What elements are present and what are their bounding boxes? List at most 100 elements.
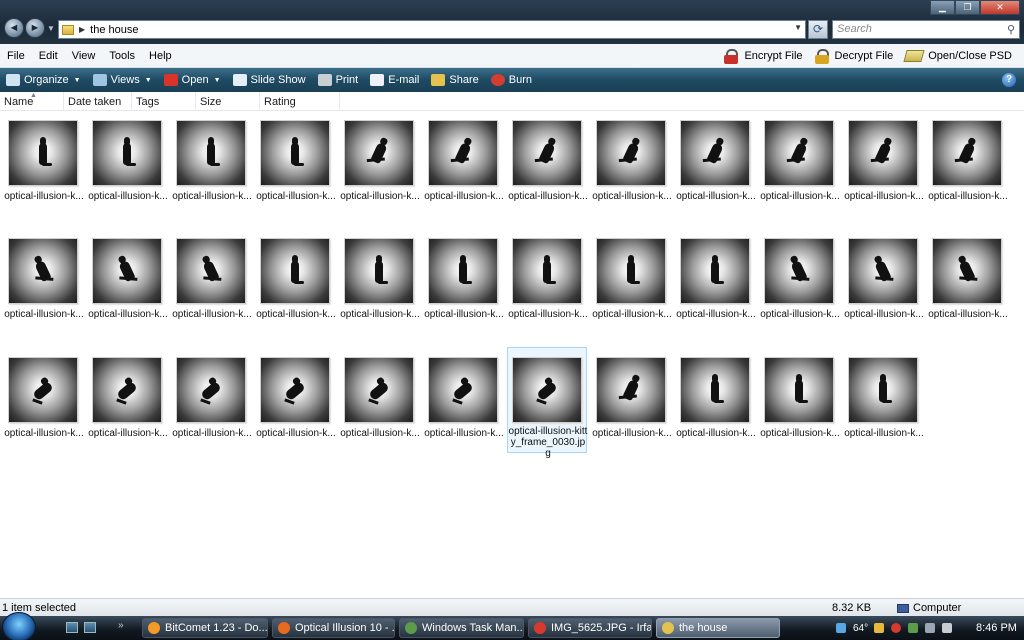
file-item[interactable]: optical-illusion-k...	[88, 229, 168, 329]
image-thumbnail	[428, 120, 498, 186]
file-item[interactable]: optical-illusion-k...	[340, 111, 420, 211]
column-size[interactable]: Size	[196, 92, 260, 111]
start-button[interactable]	[2, 612, 36, 640]
menu-file[interactable]: File	[0, 50, 32, 62]
file-item[interactable]: optical-illusion-k...	[340, 229, 420, 329]
cat-silhouette	[202, 259, 220, 283]
file-item[interactable]: optical-illusion-k...	[340, 348, 420, 448]
taskbar-button[interactable]: BitComet 1.23 - Do...	[142, 618, 268, 638]
search-input[interactable]: Search ⚲	[832, 20, 1020, 39]
organize-button[interactable]: Organize ▼	[0, 74, 87, 86]
file-item[interactable]: optical-illusion-k...	[844, 229, 924, 329]
file-item[interactable]: optical-illusion-k...	[256, 229, 336, 329]
file-item[interactable]: optical-illusion-k...	[4, 111, 84, 211]
show-desktop-icon[interactable]	[66, 622, 78, 633]
file-item[interactable]: optical-illusion-k...	[424, 229, 504, 329]
file-item[interactable]: optical-illusion-k...	[676, 229, 756, 329]
search-icon[interactable]: ⚲	[1007, 23, 1015, 36]
file-item[interactable]: optical-illusion-k...	[928, 111, 1008, 211]
chevron-down-icon: ▼	[213, 76, 221, 84]
file-item[interactable]: optical-illusion-k...	[592, 229, 672, 329]
taskbar-button[interactable]: IMG_5625.JPG - Irfa...	[528, 618, 652, 638]
tray-network-icon[interactable]	[908, 623, 919, 633]
breadcrumb-current[interactable]: the house	[90, 24, 138, 36]
menu-help[interactable]: Help	[142, 50, 179, 62]
app-icon	[405, 622, 417, 634]
location-zone: Computer	[897, 602, 961, 614]
refresh-button[interactable]: ⟳	[808, 20, 828, 39]
file-item[interactable]: optical-illusion-k...	[676, 348, 756, 448]
email-label: E-mail	[388, 74, 420, 86]
file-name: optical-illusion-k...	[844, 191, 924, 202]
column-name[interactable]: ▲ Name	[0, 92, 64, 111]
taskbar-button[interactable]: Optical Illusion 10 - ...	[272, 618, 395, 638]
file-item[interactable]: optical-illusion-k...	[508, 229, 588, 329]
tray-security-icon[interactable]	[925, 623, 936, 633]
image-thumbnail	[8, 357, 78, 423]
clock[interactable]: 8:46 PM	[976, 622, 1017, 634]
forward-button[interactable]: ►	[25, 18, 45, 38]
tray-expand-icon[interactable]	[836, 623, 846, 633]
share-button[interactable]: Share	[425, 74, 484, 86]
column-date-taken[interactable]: Date taken	[64, 92, 132, 111]
email-button[interactable]: E-mail	[364, 74, 425, 86]
file-item[interactable]: optical-illusion-k...	[508, 111, 588, 211]
file-item[interactable]: optical-illusion-k...	[760, 111, 840, 211]
image-thumbnail	[512, 357, 582, 423]
file-item[interactable]: optical-illusion-k...	[4, 229, 84, 329]
menu-edit[interactable]: Edit	[32, 50, 65, 62]
taskbar-button[interactable]: the house	[656, 618, 780, 638]
help-icon[interactable]: ?	[1002, 73, 1016, 87]
back-button[interactable]: ◄	[4, 18, 24, 38]
print-button[interactable]: Print	[312, 74, 365, 86]
address-dropdown-icon[interactable]: ▼	[794, 23, 802, 32]
address-bar[interactable]: ▶ the house ▼	[58, 20, 806, 39]
file-item[interactable]: optical-illusion-k...	[172, 229, 252, 329]
file-item[interactable]: optical-illusion-k...	[844, 111, 924, 211]
file-item[interactable]: optical-illusion-k...	[844, 348, 924, 448]
file-item[interactable]: optical-illusion-kitty_frame_0030.jpg	[507, 347, 587, 459]
file-item[interactable]: optical-illusion-k...	[592, 348, 672, 448]
minimize-button[interactable]: ▁	[930, 0, 955, 15]
views-button[interactable]: Views ▼	[87, 74, 158, 86]
file-item[interactable]: optical-illusion-k...	[88, 348, 168, 448]
file-item[interactable]: optical-illusion-k...	[424, 348, 504, 448]
slideshow-button[interactable]: Slide Show	[227, 74, 312, 86]
file-item[interactable]: optical-illusion-k...	[88, 111, 168, 211]
menu-bar: File Edit View Tools Help Encrypt File D…	[0, 44, 1024, 68]
encrypt-file-button[interactable]: Encrypt File	[724, 48, 803, 64]
close-button[interactable]: ✕	[980, 0, 1020, 15]
tray-alert-icon[interactable]	[891, 623, 902, 633]
file-item[interactable]: optical-illusion-k...	[676, 111, 756, 211]
decrypt-file-button[interactable]: Decrypt File	[814, 48, 893, 64]
menu-tools[interactable]: Tools	[102, 50, 142, 62]
tray-app-icon[interactable]	[874, 623, 885, 633]
printer-icon	[317, 74, 332, 86]
taskbar-button[interactable]: Windows Task Man...	[399, 618, 524, 638]
column-rating[interactable]: Rating	[260, 92, 340, 111]
open-close-psd-button[interactable]: Open/Close PSD	[903, 50, 1012, 62]
quick-launch-more-icon[interactable]: »	[118, 620, 124, 631]
file-item[interactable]: optical-illusion-k...	[592, 111, 672, 211]
file-item[interactable]: optical-illusion-k...	[256, 348, 336, 448]
menu-view[interactable]: View	[65, 50, 103, 62]
column-tags[interactable]: Tags	[132, 92, 196, 111]
volume-icon[interactable]	[942, 623, 953, 633]
maximize-button[interactable]: ❐	[955, 0, 980, 15]
image-thumbnail	[512, 238, 582, 304]
file-item[interactable]: optical-illusion-k...	[256, 111, 336, 211]
burn-button[interactable]: Burn	[485, 74, 538, 86]
file-name: optical-illusion-k...	[88, 309, 168, 320]
file-item[interactable]: optical-illusion-k...	[172, 111, 252, 211]
open-button[interactable]: Open ▼	[158, 74, 227, 86]
recent-pages-dropdown-icon[interactable]: ▼	[47, 24, 55, 33]
file-item[interactable]: optical-illusion-k...	[928, 229, 1008, 329]
file-item[interactable]: optical-illusion-k...	[760, 348, 840, 448]
file-item[interactable]: optical-illusion-k...	[760, 229, 840, 329]
switch-windows-icon[interactable]	[84, 622, 96, 633]
file-item[interactable]: optical-illusion-k...	[424, 111, 504, 211]
breadcrumb-separator-icon[interactable]: ▶	[79, 25, 85, 34]
file-item[interactable]: optical-illusion-k...	[172, 348, 252, 448]
file-item[interactable]: optical-illusion-k...	[4, 348, 84, 448]
file-name: optical-illusion-k...	[4, 191, 84, 202]
